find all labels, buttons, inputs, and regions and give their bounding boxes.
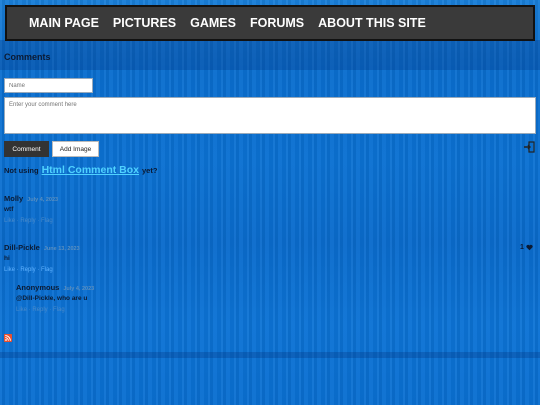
add-image-button[interactable]: Add Image: [52, 141, 99, 157]
nav-pictures[interactable]: PICTURES: [113, 16, 176, 30]
comment-button[interactable]: Comment: [4, 141, 49, 157]
comment-item: Dill-Pickle June 13, 2023 hi Like · Repl…: [4, 243, 80, 273]
comment-text: wtf: [4, 206, 14, 213]
nav-main-page[interactable]: MAIN PAGE: [29, 16, 99, 30]
comment-actions[interactable]: Like · Reply · Flag: [16, 307, 94, 313]
comment-date: June 13, 2023: [43, 246, 80, 252]
promo-prefix: Not using: [4, 165, 39, 175]
promo-line: Not using Html Comment Box yet?: [4, 164, 157, 176]
comment-date: July 4, 2023: [27, 197, 59, 203]
comment-input[interactable]: [4, 97, 536, 134]
background-band: [0, 40, 540, 70]
html-comment-box-link[interactable]: Html Comment Box: [42, 164, 139, 176]
comment-text: hi: [4, 255, 10, 262]
promo-suffix: yet?: [142, 165, 158, 175]
comment-text: @Dill-Pickle, who are u: [16, 295, 88, 302]
comment-reply: Anonymous July 4, 2023 @Dill-Pickle, who…: [16, 283, 94, 313]
name-input[interactable]: [4, 78, 93, 93]
like-counter[interactable]: 1: [520, 244, 533, 251]
heart-icon: [526, 244, 533, 251]
comment-actions[interactable]: Like · Reply · Flag: [4, 218, 58, 224]
comments-title: Comments: [4, 52, 51, 62]
top-navigation: MAIN PAGE PICTURES GAMES FORUMS ABOUT TH…: [5, 5, 535, 41]
nav-about-this-site[interactable]: ABOUT THIS SITE: [318, 16, 426, 30]
comment-author: Anonymous: [16, 283, 60, 292]
comment-author: Molly: [4, 194, 24, 203]
background-band: [0, 352, 540, 358]
nav-forums[interactable]: FORUMS: [250, 16, 304, 30]
comment-item: Molly July 4, 2023 wtf Like · Reply · Fl…: [4, 194, 58, 224]
comment-actions[interactable]: Like · Reply · Flag: [4, 267, 80, 273]
login-icon[interactable]: [523, 141, 535, 153]
comment-author: Dill-Pickle: [4, 243, 40, 252]
like-count: 1: [520, 244, 524, 251]
nav-games[interactable]: GAMES: [190, 16, 236, 30]
rss-icon[interactable]: [4, 334, 12, 342]
comment-date: July 4, 2023: [63, 286, 95, 292]
